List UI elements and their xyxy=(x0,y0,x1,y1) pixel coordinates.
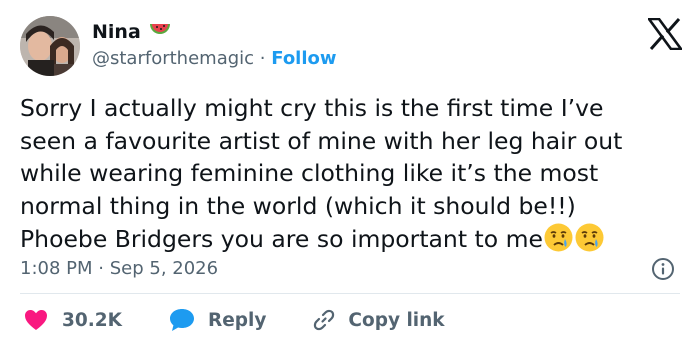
separator-dot: · xyxy=(98,258,104,279)
heart-icon xyxy=(24,309,48,331)
crying-face-icon xyxy=(543,222,574,253)
action-bar: 30.2K Reply Copy link xyxy=(24,306,445,334)
avatar[interactable] xyxy=(20,16,80,76)
like-count: 30.2K xyxy=(62,309,122,331)
follow-button[interactable]: Follow xyxy=(271,48,336,69)
tweet-line: while wearing feminine clothing like it’… xyxy=(20,159,599,187)
tweet-line: seen a favourite artist of mine with her… xyxy=(20,126,623,155)
tweet-timestamp[interactable]: 1:08 PM · Sep 5, 2026 xyxy=(20,256,218,282)
author-name[interactable]: Nina xyxy=(92,20,141,44)
author-handle[interactable]: @starforthemagic xyxy=(92,48,254,69)
watermelon-icon xyxy=(149,20,171,44)
divider xyxy=(20,293,680,294)
reply-bubble-icon xyxy=(169,308,195,332)
reply-label: Reply xyxy=(207,309,267,331)
tweet-text: Sorry I actually might cry this is the f… xyxy=(20,92,680,256)
tweet-time: 1:08 PM xyxy=(20,258,93,279)
copy-link-button[interactable]: Copy link xyxy=(300,308,445,332)
tweet-line-last: Phoebe Bridgers you are so important to … xyxy=(20,222,680,256)
author-handle-row: @starforthemagic · Follow xyxy=(92,47,337,71)
info-icon[interactable] xyxy=(651,257,675,281)
copy-link-label: Copy link xyxy=(348,309,445,331)
tweet-date: Sep 5, 2026 xyxy=(109,258,219,279)
tweet-line: normal thing in the world (which it shou… xyxy=(20,191,576,220)
profile-photo xyxy=(20,16,80,76)
like-button[interactable]: 30.2K xyxy=(24,309,122,331)
tweet-line: Sorry I actually might cry this is the f… xyxy=(20,94,604,122)
x-logo-icon[interactable] xyxy=(646,17,684,51)
tweet-line: Phoebe Bridgers you are so important to … xyxy=(20,225,543,253)
author-name-row: Nina xyxy=(92,20,171,44)
separator-dot: · xyxy=(259,48,266,69)
crying-face-icon xyxy=(574,222,605,253)
link-icon xyxy=(312,308,336,332)
reply-button[interactable]: Reply xyxy=(156,308,266,332)
